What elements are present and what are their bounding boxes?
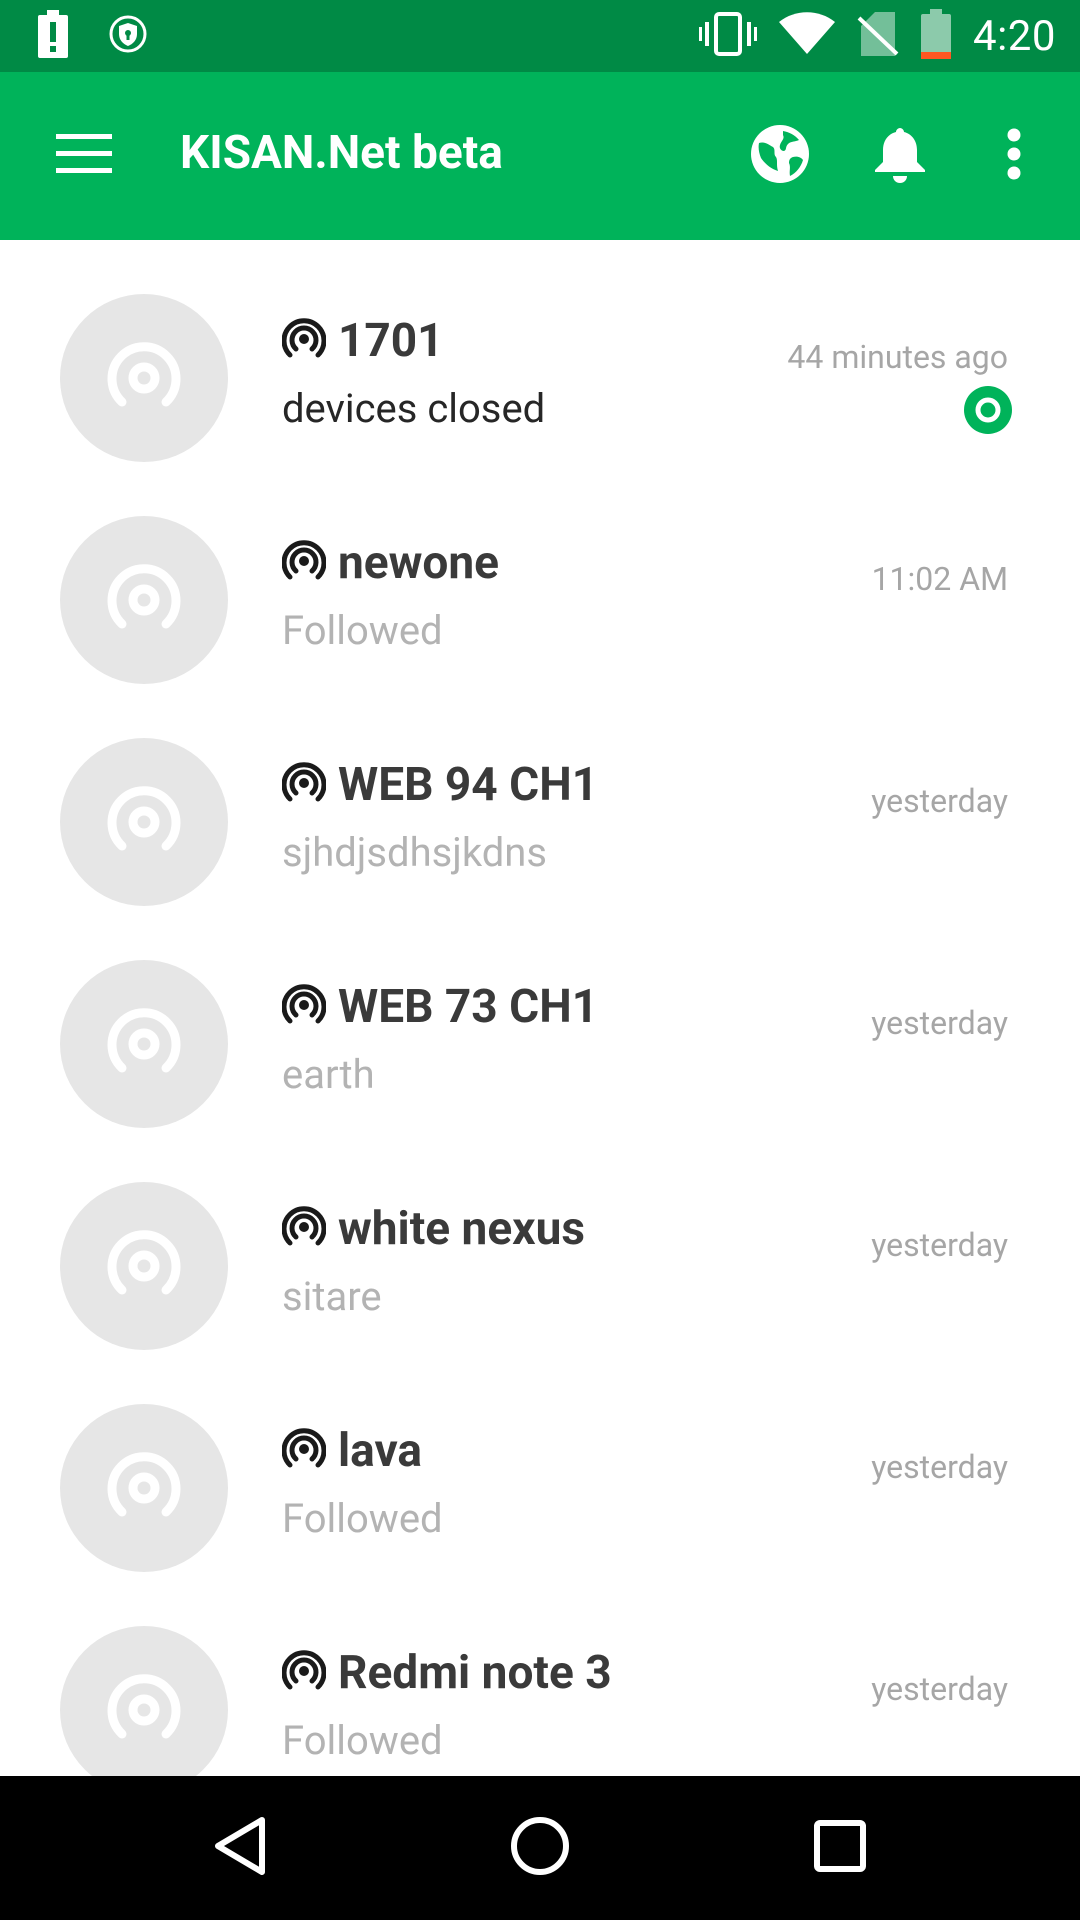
channel-avatar — [60, 1182, 228, 1350]
globe-icon — [749, 123, 811, 189]
channel-last-message: Followed — [282, 607, 443, 654]
channel-name: WEB 94 CH1 — [338, 758, 599, 812]
channel-last-message: sjhdjsdhsjkdns — [282, 829, 547, 876]
channel-row[interactable]: WEB 73 CH1 earth yesterday — [0, 906, 1080, 1128]
channel-name: Redmi note 3 — [338, 1646, 612, 1700]
channel-time: yesterday — [871, 1670, 1008, 1708]
channel-name: newone — [338, 536, 499, 590]
channel-row[interactable]: newone Followed 11:02 AM — [0, 462, 1080, 684]
channel-last-message: devices closed — [282, 385, 546, 432]
channel-avatar — [60, 738, 228, 906]
app-bar: KISAN.Net beta — [0, 72, 1080, 240]
channel-name: white nexus — [338, 1202, 585, 1256]
channel-row[interactable]: lava Followed yesterday — [0, 1350, 1080, 1572]
more-options-button[interactable] — [976, 118, 1052, 194]
broadcast-icon — [107, 1230, 181, 1295]
broadcast-small-icon — [281, 317, 327, 365]
channel-avatar — [60, 1404, 228, 1572]
channel-time: yesterday — [871, 1226, 1008, 1264]
channel-time: 11:02 AM — [871, 560, 1008, 598]
channel-last-message: Followed — [282, 1717, 443, 1764]
channel-row[interactable]: 1701 devices closed 44 minutes ago — [0, 240, 1080, 462]
broadcast-small-icon — [281, 983, 327, 1031]
broadcast-small-icon — [281, 539, 327, 587]
channel-time: yesterday — [871, 782, 1008, 820]
channel-name: lava — [338, 1424, 423, 1478]
home-icon — [510, 1816, 570, 1880]
back-icon — [212, 1816, 268, 1880]
channel-row[interactable]: white nexus sitare yesterday — [0, 1128, 1080, 1350]
broadcast-icon — [107, 786, 181, 851]
channel-time: yesterday — [871, 1004, 1008, 1042]
notifications-button[interactable] — [862, 118, 938, 194]
channel-row[interactable]: WEB 94 CH1 sjhdjsdhsjkdns yesterday — [0, 684, 1080, 906]
broadcast-small-icon — [281, 1427, 327, 1475]
globe-button[interactable] — [742, 118, 818, 194]
channel-time: yesterday — [871, 1448, 1008, 1486]
broadcast-small-icon — [281, 761, 327, 809]
unread-indicator-icon — [964, 386, 1012, 438]
navigation-bar — [0, 1776, 1080, 1920]
hamburger-icon — [56, 134, 112, 178]
menu-button[interactable] — [44, 122, 124, 190]
channel-avatar — [60, 516, 228, 684]
more-vert-icon — [1006, 128, 1022, 184]
channel-avatar — [60, 1626, 228, 1776]
no-sim-icon — [857, 12, 899, 60]
broadcast-icon — [107, 1008, 181, 1073]
channel-list: 1701 devices closed 44 minutes ago newon… — [0, 240, 1080, 1776]
broadcast-icon — [107, 1452, 181, 1517]
channel-name: 1701 — [338, 314, 444, 368]
status-time: 4:20 — [973, 11, 1056, 61]
recents-icon — [814, 1820, 866, 1876]
channel-last-message: sitare — [282, 1273, 382, 1320]
channel-name: WEB 73 CH1 — [338, 980, 599, 1034]
app-title: KISAN.Net beta — [180, 126, 503, 180]
battery-icon — [921, 9, 951, 63]
shield-icon — [108, 14, 148, 58]
wifi-icon — [779, 12, 835, 60]
battery-alert-icon — [36, 10, 70, 62]
channel-last-message: earth — [282, 1051, 375, 1098]
channel-avatar — [60, 960, 228, 1128]
vibrate-icon — [699, 12, 757, 60]
bell-icon — [873, 124, 927, 188]
channel-time: 44 minutes ago — [787, 338, 1008, 376]
broadcast-icon — [107, 342, 181, 407]
status-bar: 4:20 — [0, 0, 1080, 72]
channel-last-message: Followed — [282, 1495, 443, 1542]
broadcast-small-icon — [281, 1649, 327, 1697]
broadcast-small-icon — [281, 1205, 327, 1253]
broadcast-icon — [107, 564, 181, 629]
back-button[interactable] — [180, 1800, 300, 1896]
broadcast-icon — [107, 1674, 181, 1739]
channel-row[interactable]: Redmi note 3 Followed yesterday — [0, 1572, 1080, 1776]
home-button[interactable] — [480, 1800, 600, 1896]
recents-button[interactable] — [780, 1800, 900, 1896]
channel-avatar — [60, 294, 228, 462]
